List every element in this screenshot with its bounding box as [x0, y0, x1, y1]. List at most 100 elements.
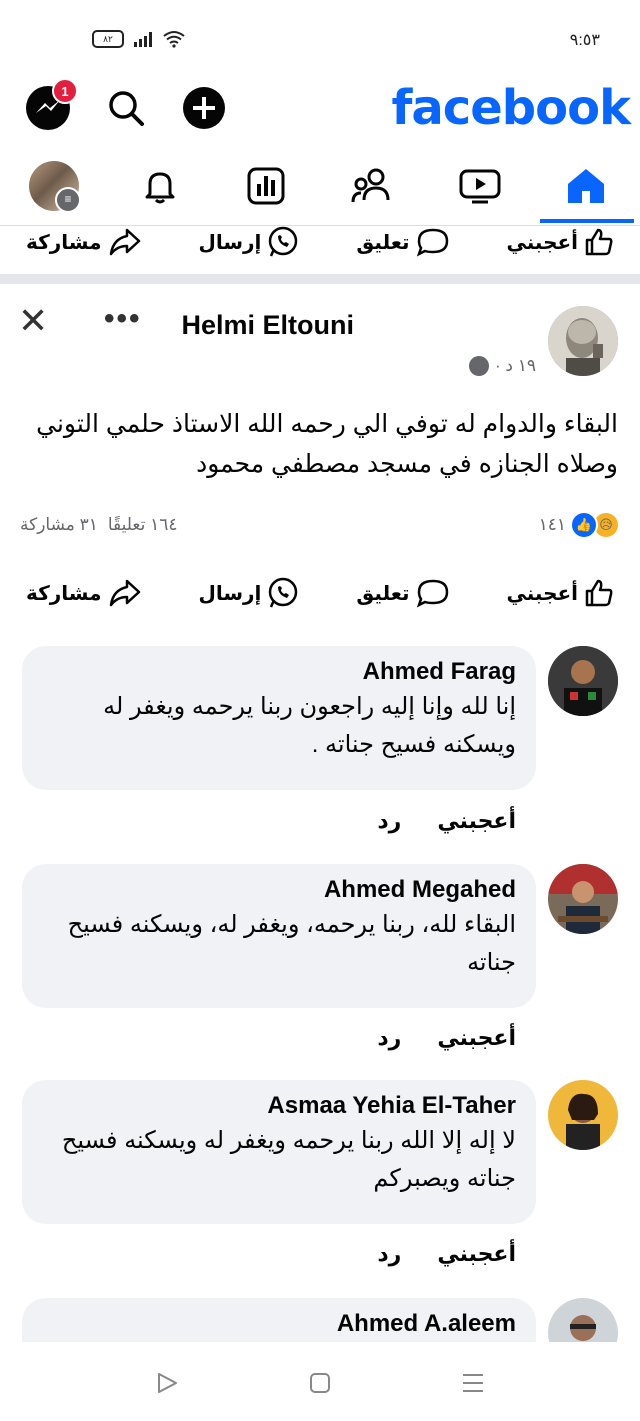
comment-actions: أعجبني رد [377, 1241, 516, 1267]
search-button[interactable] [102, 84, 150, 132]
send-button[interactable]: إرسال [199, 226, 300, 258]
post-stats: ١٦٤ تعليقًا ٣١ مشاركة 😥 👍 ١٤١ [20, 510, 620, 540]
whatsapp-icon [269, 226, 298, 257]
comment-bubble: Asmaa Yehia El-Taher لا إله إلا الله ربن… [22, 1080, 536, 1224]
comment-reply-button[interactable]: رد [377, 1241, 401, 1267]
comment-actions: أعجبني رد [377, 808, 516, 834]
prev-post-actions: أعجبني تعليق إرسال مشاركة [0, 217, 640, 267]
feed-divider [0, 274, 640, 284]
post-author-avatar[interactable] [548, 306, 618, 376]
tab-notifications[interactable] [130, 160, 190, 212]
more-options-icon[interactable]: ••• [104, 302, 142, 336]
avatar: ≡ [29, 161, 81, 213]
comment-text: إنا لله وإنا إليه راجعون ربنا يرحمه ويغف… [103, 693, 516, 758]
like-button[interactable]: أعجبني [507, 579, 615, 607]
comment-label: تعليق [356, 231, 410, 254]
share-button[interactable]: مشاركة [26, 578, 142, 608]
comment-icon [416, 579, 448, 608]
status-time: ٩:٥٣ [569, 32, 600, 49]
post-actions: أعجبني تعليق إرسال مشاركة [0, 568, 640, 618]
video-icon [459, 169, 501, 204]
comment-author[interactable]: Asmaa Yehia El-Taher [42, 1092, 516, 1120]
reactions-summary[interactable]: 😥 👍 ١٤١ [539, 511, 620, 539]
commenter-photo [548, 864, 618, 934]
tab-home[interactable] [556, 160, 616, 212]
like-label: أعجبني [506, 231, 579, 254]
comment-reply-button[interactable]: رد [377, 1025, 401, 1051]
create-button[interactable] [180, 84, 228, 132]
comment-bubble: Ahmed Megahed البقاء لله، ربنا يرحمه، وي… [22, 864, 536, 1008]
share-label: مشاركة [26, 231, 102, 254]
post-time: ١٩ د · [495, 356, 536, 375]
home-icon [568, 169, 604, 203]
search-icon [109, 91, 144, 126]
tab-dashboard[interactable] [236, 160, 296, 212]
comment-actions: أعجبني رد [377, 1025, 516, 1051]
like-icon [585, 579, 613, 607]
tab-video[interactable] [450, 160, 510, 212]
recents-button[interactable] [460, 1370, 486, 1396]
plus-icon [183, 87, 225, 129]
like-icon [585, 228, 613, 256]
messenger-badge: 1 [52, 78, 78, 104]
globe-icon [469, 356, 490, 376]
status-icons: ٨٢ [92, 30, 186, 48]
commenter-photo [548, 646, 618, 716]
share-icon [109, 228, 140, 256]
avatar[interactable] [548, 864, 618, 934]
status-bar: ٨٢ ٩:٥٣ [0, 0, 640, 70]
like-reaction-icon: 👍 [570, 511, 598, 539]
send-label: إرسال [198, 582, 262, 605]
comment-like-button[interactable]: أعجبني [437, 1025, 516, 1051]
send-label: إرسال [198, 231, 262, 254]
share-icon [109, 579, 140, 607]
messenger-button[interactable]: 1 [24, 78, 78, 132]
comment-button[interactable]: تعليق [356, 578, 449, 608]
shares-count[interactable]: ٣١ مشاركة [20, 515, 98, 535]
reactions-count: ١٤١ [538, 515, 566, 534]
comment-label: تعليق [356, 582, 410, 605]
post-text: البقاء والدوام له توفي الي رحمه الله الا… [36, 410, 618, 478]
system-nav-bar [0, 1342, 640, 1421]
comment-author[interactable]: Ahmed Megahed [42, 876, 516, 904]
share-button[interactable]: مشاركة [26, 227, 142, 257]
comment-bubble: Ahmed Farag إنا لله وإنا إليه راجعون ربن… [22, 646, 536, 790]
signal-icon [134, 31, 152, 47]
back-triangle-icon [158, 1373, 177, 1393]
whatsapp-icon [269, 577, 298, 608]
menu-icon: ≡ [55, 187, 81, 213]
send-button[interactable]: إرسال [199, 577, 300, 609]
like-button[interactable]: أعجبني [507, 228, 615, 256]
tab-friends[interactable] [342, 160, 402, 212]
chart-icon [247, 167, 285, 205]
comment-text: لا إله إلا الله ربنا يرحمه ويغفر له ويسك… [61, 1127, 516, 1192]
comment-author[interactable]: Ahmed A.aleem [42, 1310, 516, 1338]
portrait-image [548, 306, 618, 376]
comment-text: البقاء لله، ربنا يرحمه، ويغفر له، ويسكنه… [67, 911, 516, 976]
share-label: مشاركة [26, 582, 102, 605]
comment-author[interactable]: Ahmed Farag [42, 658, 516, 686]
comments-count[interactable]: ١٦٤ تعليقًا [108, 515, 178, 535]
battery-level: ٨٢ [103, 34, 113, 44]
battery-icon: ٨٢ [92, 30, 124, 48]
facebook-logo[interactable]: facebook [391, 80, 631, 136]
comment-button[interactable]: تعليق [356, 227, 449, 257]
wifi-icon [163, 31, 185, 48]
post-meta: ١٩ د · [469, 356, 536, 376]
comment-like-button[interactable]: أعجبني [437, 808, 516, 834]
like-label: أعجبني [506, 582, 579, 605]
comment-icon [416, 228, 448, 257]
back-button[interactable] [154, 1370, 180, 1396]
avatar[interactable] [548, 1080, 618, 1150]
home-nav-button[interactable] [307, 1370, 333, 1396]
commenter-photo [548, 1080, 618, 1150]
square-icon [310, 1373, 330, 1393]
engagement-counts: ١٦٤ تعليقًا ٣١ مشاركة [20, 515, 177, 535]
comment-reply-button[interactable]: رد [377, 808, 401, 834]
menu-lines-icon [463, 1374, 483, 1392]
avatar[interactable] [548, 646, 618, 716]
comment-like-button[interactable]: أعجبني [437, 1241, 516, 1267]
post-author-name[interactable]: Helmi Eltouni [181, 310, 354, 341]
close-icon[interactable]: ✕ [18, 300, 48, 342]
tab-menu[interactable]: ≡ [24, 160, 84, 213]
